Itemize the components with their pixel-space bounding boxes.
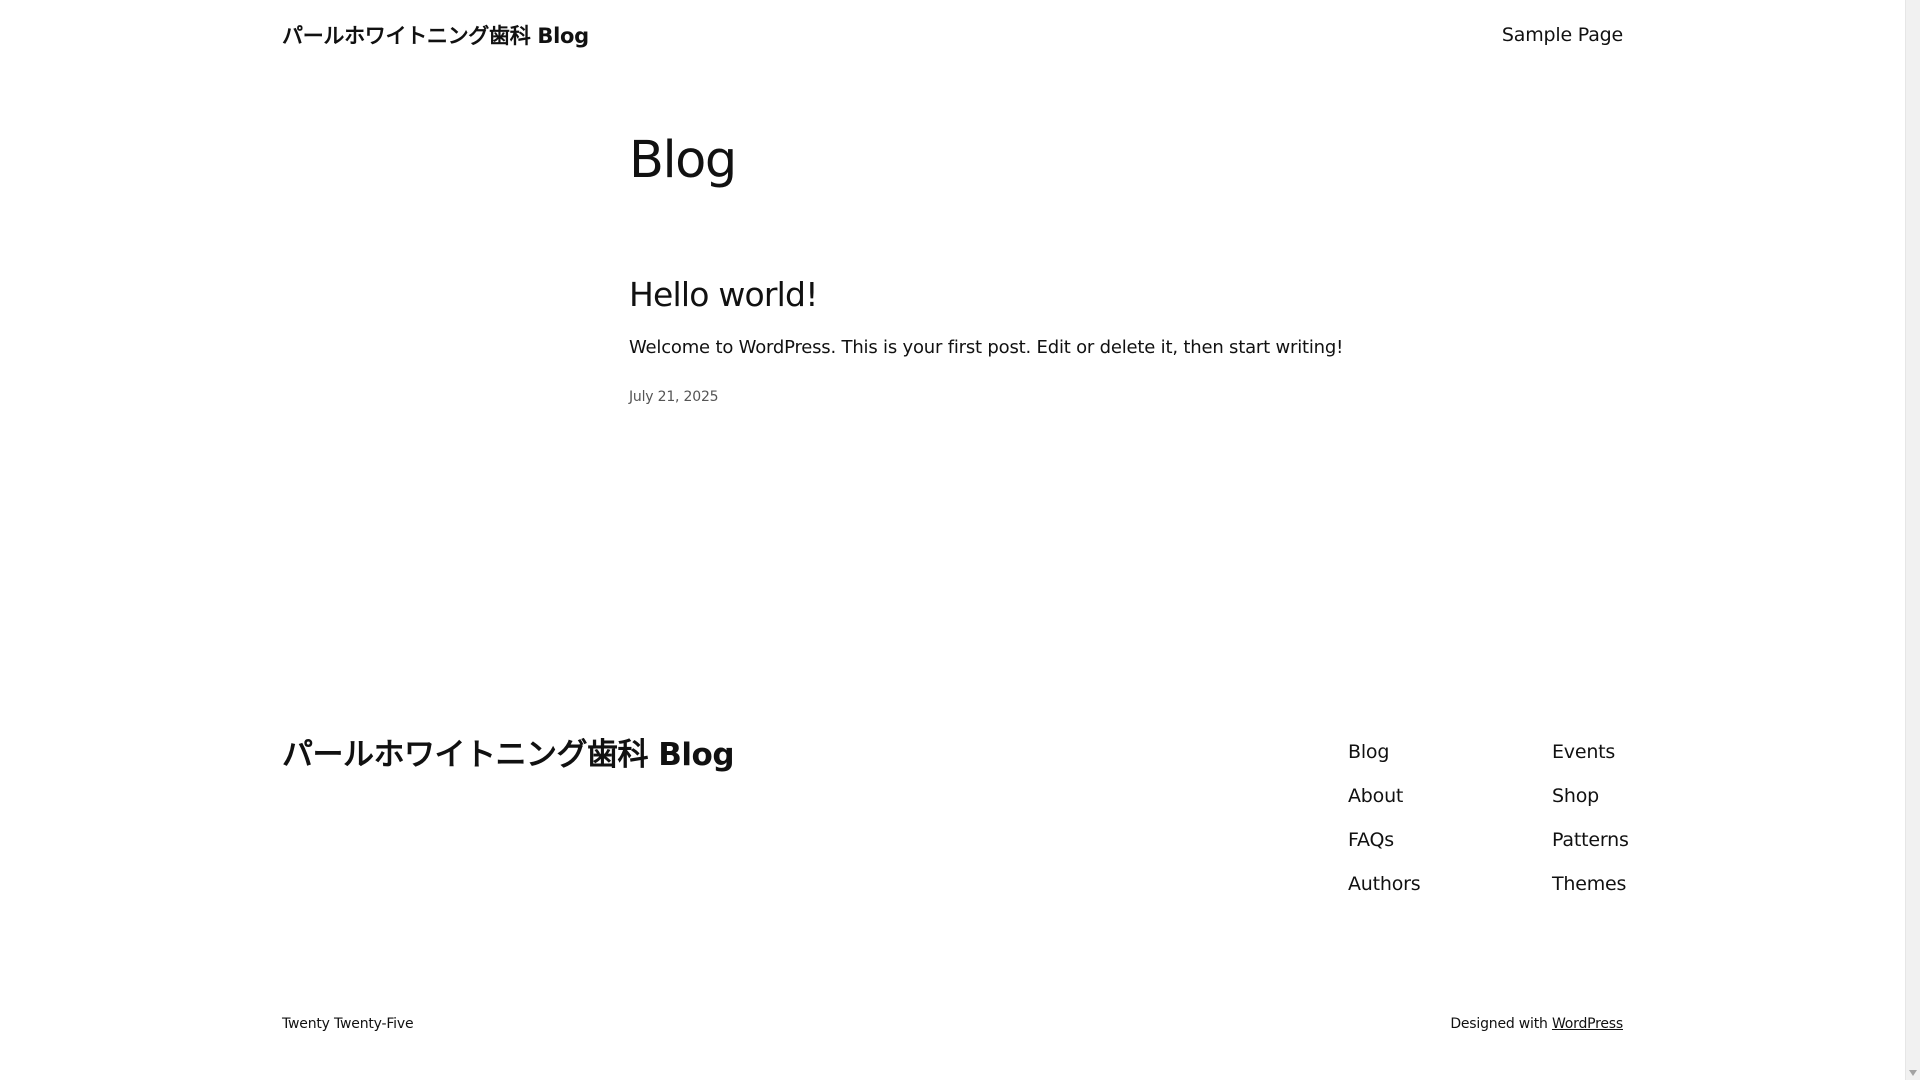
post-date-link[interactable]: July 21, 2025 [629,389,1329,405]
site-title-link[interactable]: パールホワイトニング歯科 Blog [282,20,589,50]
main-content: Blog Hello world! Welcome to WordPress. … [629,130,1344,405]
primary-nav: Sample Page [1502,24,1623,46]
site-header: パールホワイトニング歯科 Blog Sample Page [282,0,1623,70]
footer-link-about[interactable]: About [1348,774,1420,818]
post-title-link[interactable]: Hello world! [629,275,818,315]
page: パールホワイトニング歯科 Blog Sample Page Blog Hello… [0,0,1920,1080]
wordpress-link[interactable]: WordPress [1552,1016,1623,1032]
footer-nav-column-2: Events Shop Patterns Themes [1552,730,1629,906]
post-item: Hello world! Welcome to WordPress. This … [629,275,1344,405]
footer-site-title-link[interactable]: パールホワイトニング歯科 Blog [282,729,735,774]
footer-link-authors[interactable]: Authors [1348,862,1421,906]
footer-link-patterns[interactable]: Patterns [1552,818,1629,862]
footer-link-events[interactable]: Events [1552,730,1629,774]
footer-link-faqs[interactable]: FAQs [1348,818,1420,862]
footer-link-themes[interactable]: Themes [1552,862,1629,906]
footer-credit: Designed with WordPress [1450,1016,1623,1032]
vertical-scrollbar[interactable] [1905,0,1920,1080]
credit-prefix: Designed with [1450,1016,1548,1032]
chevron-down-icon[interactable] [1909,1070,1917,1076]
footer-nav-column-1: Blog About FAQs Authors [1348,730,1421,906]
post-excerpt: Welcome to WordPress. This is your first… [629,336,1344,358]
footer-link-shop[interactable]: Shop [1552,774,1629,818]
theme-name: Twenty Twenty-Five [282,1016,414,1032]
page-title: Blog [629,131,737,190]
footer-link-blog[interactable]: Blog [1348,730,1420,774]
footer-bottom-bar: Twenty Twenty-Five Designed with WordPre… [282,1016,1623,1032]
nav-link-sample-page[interactable]: Sample Page [1502,24,1623,46]
